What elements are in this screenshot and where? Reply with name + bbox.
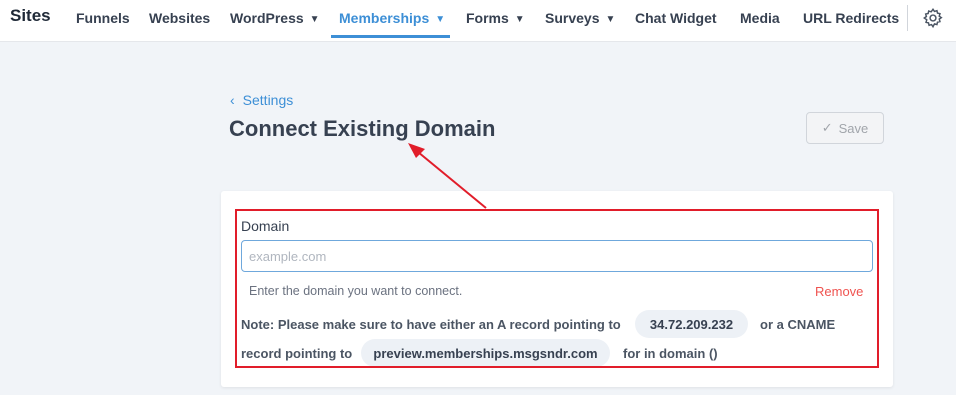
save-button-label: Save <box>838 120 869 136</box>
save-button[interactable]: ✓ Save <box>806 112 884 144</box>
active-tab-indicator <box>331 35 450 38</box>
chevron-left-icon: ‹ <box>230 92 235 108</box>
gear-icon[interactable] <box>922 7 944 29</box>
nav-media-label: Media <box>740 10 780 26</box>
nav-forms-label: Forms <box>466 10 509 26</box>
nav-funnels-label: Funnels <box>76 10 130 26</box>
nav-websites-label: Websites <box>149 10 211 26</box>
chevron-down-icon: ▼ <box>309 14 320 25</box>
nav-divider <box>907 5 908 31</box>
nav-surveys[interactable]: Surveys ▼ <box>545 10 615 26</box>
nav-wordpress-label: WordPress <box>230 10 304 26</box>
nav-url-redirects-label: URL Redirects <box>803 10 900 26</box>
nav-memberships[interactable]: Memberships ▼ <box>339 10 445 26</box>
nav-funnels[interactable]: Funnels <box>76 10 130 26</box>
annotation-highlight-box <box>235 209 879 368</box>
top-nav: Sites Funnels Websites WordPress ▼ Member… <box>0 0 956 42</box>
nav-chat-widget-label: Chat Widget <box>635 10 717 26</box>
breadcrumb-settings[interactable]: ‹ Settings <box>230 92 293 108</box>
nav-chat-widget[interactable]: Chat Widget <box>635 10 717 26</box>
page-title: Connect Existing Domain <box>229 116 496 141</box>
nav-media[interactable]: Media <box>740 10 780 26</box>
nav-url-redirects[interactable]: URL Redirects <box>803 10 899 26</box>
chevron-down-icon: ▼ <box>605 14 616 25</box>
nav-forms[interactable]: Forms ▼ <box>466 10 525 26</box>
brand-title: Sites <box>10 6 51 25</box>
check-icon: ✓ <box>821 120 833 135</box>
nav-wordpress[interactable]: WordPress ▼ <box>230 10 320 26</box>
breadcrumb-label: Settings <box>242 92 294 108</box>
nav-surveys-label: Surveys <box>545 10 600 26</box>
nav-memberships-label: Memberships <box>339 10 430 26</box>
nav-websites[interactable]: Websites <box>149 10 210 26</box>
chevron-down-icon: ▼ <box>435 14 446 25</box>
chevron-down-icon: ▼ <box>514 14 525 25</box>
